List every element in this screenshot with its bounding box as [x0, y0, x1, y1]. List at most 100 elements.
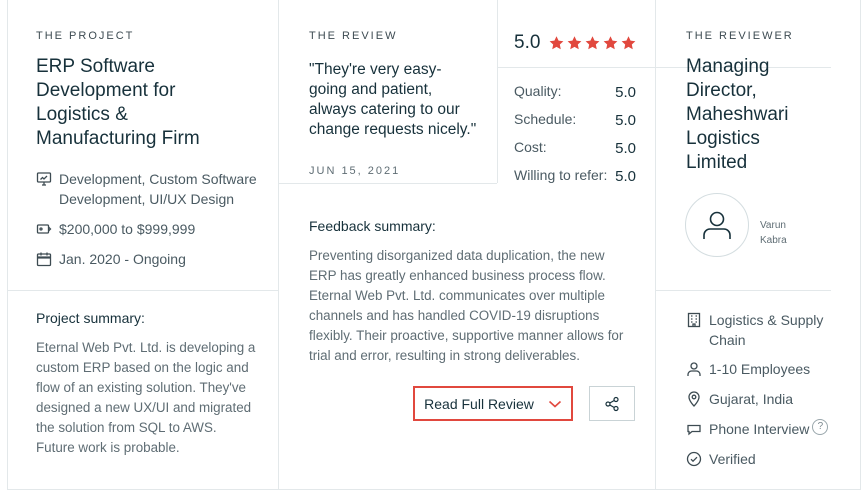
section-divider — [279, 183, 497, 184]
reviewer-name: Varun Kabra — [760, 218, 810, 248]
quote-line: "They're very easy- — [309, 61, 442, 78]
section-divider — [8, 290, 278, 291]
section-divider — [656, 290, 831, 291]
service-line: Development, Custom Software — [59, 171, 257, 187]
location-text: Gujarat, India — [709, 391, 794, 407]
reviewer-title-line: Logistics — [686, 128, 760, 149]
feedback-summary-heading: Feedback summary: — [309, 218, 436, 234]
avatar — [685, 193, 749, 257]
star-icon — [622, 36, 636, 50]
overall-rating: 5.0 — [514, 32, 638, 54]
review-eyebrow: THE REVIEW — [309, 30, 398, 42]
reviewer-location: Gujarat, India — [686, 389, 793, 409]
project-title: ERP Software Development for Logistics &… — [36, 55, 200, 151]
rating-row-schedule: Schedule: 5.0 — [514, 111, 636, 129]
read-full-review-label: Read Full Review — [424, 395, 534, 412]
rating-value: 5.0 — [615, 112, 636, 129]
calendar-icon — [36, 251, 52, 267]
review-quote: "They're very easy- going and patient, a… — [309, 60, 476, 140]
reviewer-title: Managing Director, Maheshwari Logistics … — [686, 55, 788, 175]
quote-line: always catering to our — [309, 101, 460, 118]
reviewer-title-line: Director, — [686, 80, 757, 101]
reviewer-eyebrow: THE REVIEWER — [686, 30, 794, 42]
star-rating — [548, 35, 638, 51]
industry-line: Chain — [709, 332, 746, 348]
building-icon — [686, 312, 702, 328]
project-title-line: ERP Software — [36, 56, 155, 77]
project-summary-heading: Project summary: — [36, 310, 145, 326]
person-icon — [686, 361, 702, 377]
star-icon — [568, 36, 582, 50]
check-circle-icon — [686, 451, 702, 467]
overall-score: 5.0 — [514, 32, 541, 53]
summary-line: designed a new UX/UI and migrated — [36, 400, 252, 415]
location-pin-icon — [686, 391, 702, 407]
project-summary-text: Eternal Web Pvt. Ltd. is developing a cu… — [36, 338, 271, 458]
service-line: Development, UI/UX Design — [59, 191, 235, 207]
summary-line: Future work is probable. — [36, 440, 180, 455]
project-budget: $200,000 to $999,999 — [36, 219, 195, 239]
share-button[interactable] — [589, 386, 635, 421]
reviewer-title-line: Limited — [686, 152, 748, 173]
price-tag-icon — [36, 221, 52, 237]
reviewer-verified: Verified — [686, 449, 756, 469]
feedback-line: flexibly. Their proactive, supportive ma… — [309, 328, 624, 343]
project-title-line: Manufacturing Firm — [36, 128, 200, 149]
rating-row-cost: Cost: 5.0 — [514, 139, 636, 157]
project-services: Development, Custom Software Development… — [36, 169, 257, 209]
reviewer-interview-type: Phone Interview ? — [686, 419, 829, 439]
feedback-line: ERP has greatly enhanced business proces… — [309, 268, 606, 283]
column-divider — [655, 0, 656, 490]
star-icon — [550, 36, 564, 50]
project-title-line: Development for — [36, 80, 176, 101]
timeline-text: Jan. 2020 - Ongoing — [59, 251, 186, 267]
reviewer-first-name: Varun — [760, 220, 786, 231]
project-title-line: Logistics & — [36, 104, 128, 125]
reviewer-industry: Logistics & Supply Chain — [686, 310, 823, 350]
feedback-line: Eternal Web Pvt. Ltd. communicates over … — [309, 288, 605, 303]
reviewer-title-line: Maheshwari — [686, 104, 789, 125]
quote-line: change requests nicely." — [309, 121, 477, 138]
industry-line: Logistics & Supply — [709, 312, 824, 328]
rating-label: Willing to refer: — [514, 167, 608, 183]
read-full-review-button[interactable]: Read Full Review — [413, 386, 573, 421]
rating-row-quality: Quality: 5.0 — [514, 83, 636, 101]
rating-value: 5.0 — [615, 168, 636, 185]
chat-bubble-icon — [686, 421, 702, 437]
reviewer-last-name: Kabra — [760, 235, 787, 246]
summary-line: flow of an existing solution. They've — [36, 380, 246, 395]
summary-line: custom ERP based on the logic and — [36, 360, 249, 375]
rating-value: 5.0 — [615, 84, 636, 101]
feedback-line: channels and has handled COVID-19 disrup… — [309, 308, 600, 323]
project-eyebrow: THE PROJECT — [36, 30, 135, 42]
feedback-line: Preventing disorganized data duplication… — [309, 248, 605, 263]
summary-line: Eternal Web Pvt. Ltd. is developing a — [36, 340, 256, 355]
share-icon — [605, 396, 619, 411]
quote-line: going and patient, — [309, 81, 433, 98]
rating-label: Cost: — [514, 139, 547, 155]
section-divider — [498, 67, 655, 68]
column-divider — [497, 0, 498, 183]
star-icon — [586, 36, 600, 50]
monitor-chart-icon — [36, 171, 52, 187]
summary-line: the solution from SQL to AWS. — [36, 420, 217, 435]
reviewer-employees: 1-10 Employees — [686, 359, 810, 379]
chevron-down-icon — [548, 400, 561, 408]
reviewer-title-line: Managing — [686, 56, 770, 77]
star-icon — [604, 36, 618, 50]
feedback-summary-text: Preventing disorganized data duplication… — [309, 246, 649, 366]
rating-label: Schedule: — [514, 111, 577, 127]
column-divider — [278, 0, 279, 490]
project-timeline: Jan. 2020 - Ongoing — [36, 249, 186, 269]
rating-row-willing-to-refer: Willing to refer: 5.0 — [514, 167, 636, 185]
verified-text: Verified — [709, 451, 756, 467]
budget-text: $200,000 to $999,999 — [59, 221, 196, 237]
feedback-line: trial and error, resulting in strong del… — [309, 348, 580, 363]
employees-text: 1-10 Employees — [709, 361, 811, 377]
interview-text: Phone Interview — [709, 421, 810, 437]
help-icon[interactable]: ? — [812, 419, 829, 435]
rating-value: 5.0 — [615, 140, 636, 157]
user-icon — [703, 211, 731, 239]
review-date: JUN 15, 2021 — [309, 165, 401, 177]
rating-label: Quality: — [514, 83, 562, 99]
